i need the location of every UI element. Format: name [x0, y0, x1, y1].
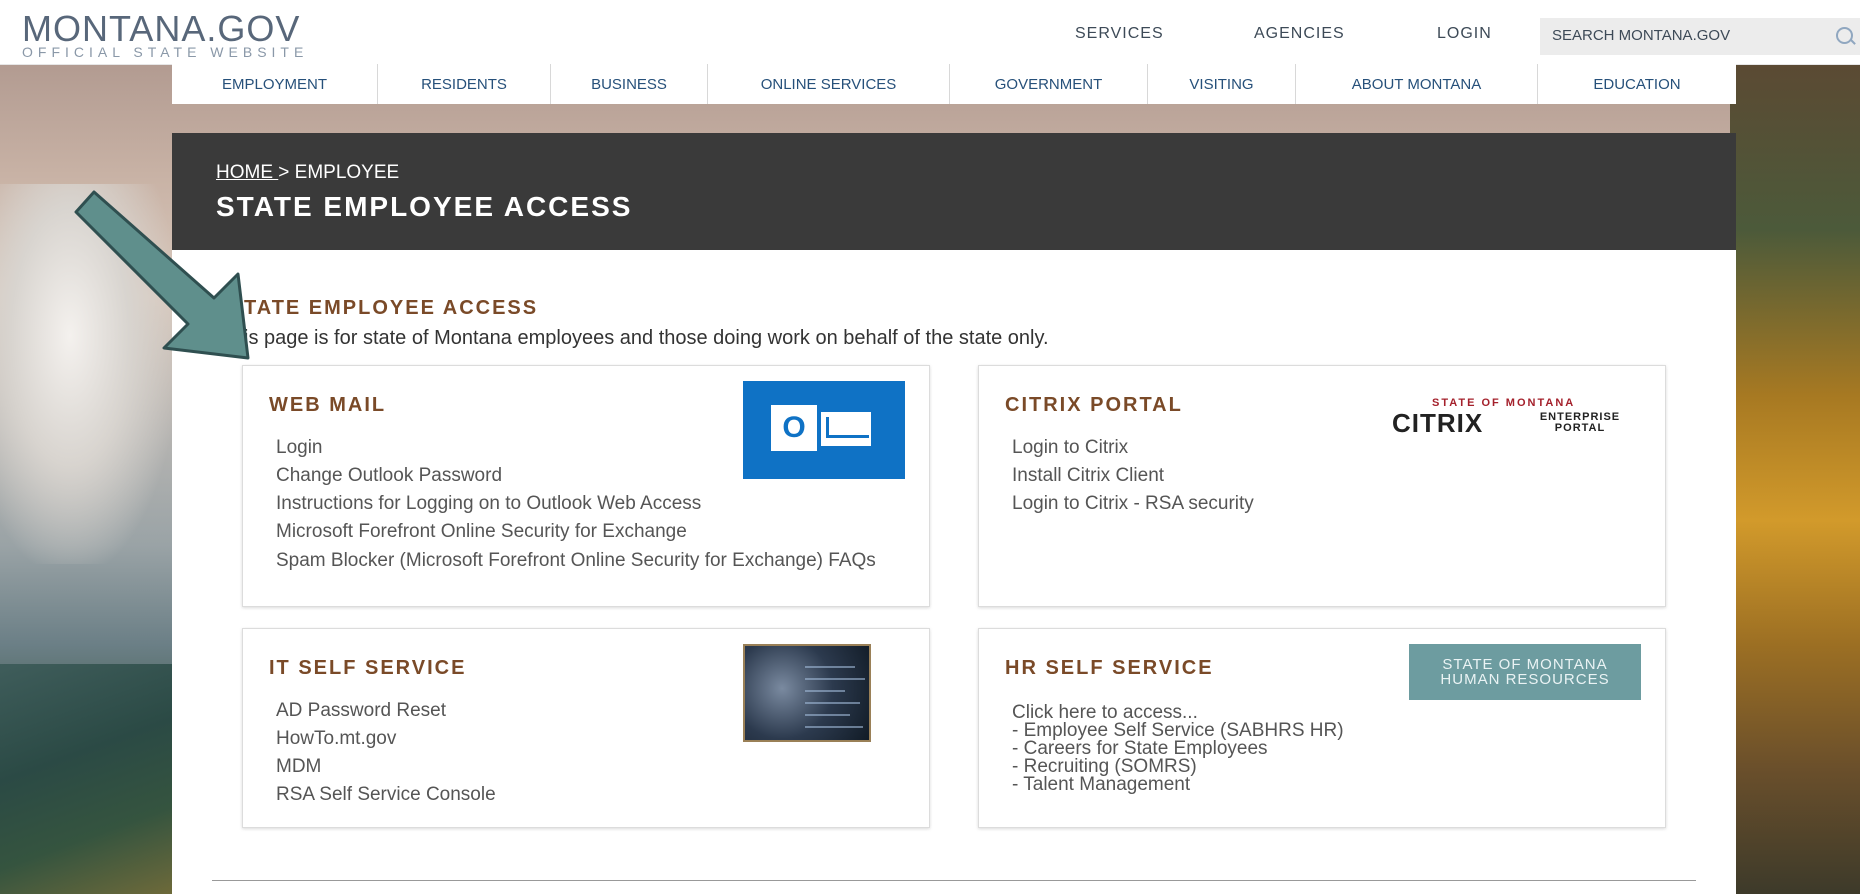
- breadcrumb-separator: >: [278, 162, 295, 183]
- nav-login[interactable]: LOGIN: [1437, 25, 1492, 43]
- search-box: [1540, 18, 1860, 55]
- section-heading: TATE EMPLOYEE ACCESS: [244, 297, 539, 319]
- footer-divider: [212, 880, 1696, 881]
- web-mail-title: WEB MAIL: [269, 394, 387, 416]
- forefront-security-link[interactable]: Microsoft Forefront Online Security for …: [276, 518, 896, 546]
- search-input[interactable]: [1550, 26, 1824, 45]
- site-header: MONTANA.GOV OFFICIAL STATE WEBSITE SERVI…: [0, 0, 1860, 65]
- breadcrumb: HOME > EMPLOYEE: [216, 162, 399, 184]
- howto-link[interactable]: HowTo.mt.gov: [276, 725, 496, 753]
- outlook-instructions-link[interactable]: Instructions for Logging on to Outlook W…: [276, 490, 896, 518]
- category-nav: EMPLOYMENT RESIDENTS BUSINESS ONLINE SER…: [172, 64, 1736, 104]
- web-mail-login-link[interactable]: Login: [276, 434, 896, 462]
- hr-logo-line2: HUMAN RESOURCES: [1440, 671, 1610, 688]
- hr-self-service-title: HR SELF SERVICE: [1005, 657, 1214, 679]
- cat-business[interactable]: BUSINESS: [551, 64, 708, 104]
- hr-item-talent: - Talent Management: [1012, 774, 1191, 795]
- page-title: STATE EMPLOYEE ACCESS: [216, 191, 633, 222]
- web-mail-links: Login Change Outlook Password Instructio…: [276, 434, 896, 570]
- citrix-logo: STATE OF MONTANA CITRIX ENTERPRISE PORTA…: [1392, 396, 1644, 441]
- cat-about-montana[interactable]: ABOUT MONTANA: [1296, 64, 1538, 104]
- citrix-portal-title: CITRIX PORTAL: [1005, 394, 1183, 416]
- mdm-link[interactable]: MDM: [276, 753, 496, 781]
- breadcrumb-current: EMPLOYEE: [294, 162, 400, 183]
- hr-logo-line1: STATE OF MONTANA: [1442, 656, 1608, 673]
- hr-self-service-card: HR SELF SERVICE STATE OF MONTANA HUMAN R…: [978, 628, 1666, 828]
- web-mail-card: WEB MAIL O Login Change Outlook Password…: [242, 365, 930, 607]
- spam-blocker-faq-link[interactable]: Spam Blocker (Microsoft Forefront Online…: [276, 546, 896, 570]
- annotation-arrow-icon: [74, 190, 250, 360]
- it-self-service-card: IT SELF SERVICE AD Password Reset HowTo.…: [242, 628, 930, 828]
- login-to-citrix-link[interactable]: Login to Citrix: [1012, 434, 1254, 462]
- nav-services[interactable]: SERVICES: [1075, 25, 1164, 43]
- background-trees: [1730, 64, 1860, 894]
- citrix-logo-side: ENTERPRISE PORTAL: [1539, 411, 1621, 434]
- citrix-logo-main: CITRIX: [1392, 408, 1484, 438]
- cat-visiting[interactable]: VISITING: [1148, 64, 1296, 104]
- cat-residents[interactable]: RESIDENTS: [378, 64, 551, 104]
- citrix-links: Login to Citrix Install Citrix Client Lo…: [1012, 434, 1254, 518]
- main-content: TATE EMPLOYEE ACCESS is page is for stat…: [172, 250, 1736, 894]
- change-outlook-password-link[interactable]: Change Outlook Password: [276, 462, 896, 490]
- it-self-service-links: AD Password Reset HowTo.mt.gov MDM RSA S…: [276, 697, 496, 809]
- citrix-rsa-login-link[interactable]: Login to Citrix - RSA security: [1012, 490, 1254, 518]
- hr-access-link[interactable]: Click here to access... - Employee Self …: [1012, 703, 1344, 795]
- install-citrix-client-link[interactable]: Install Citrix Client: [1012, 462, 1254, 490]
- background-mountain: [0, 664, 175, 894]
- search-icon[interactable]: [1836, 27, 1853, 44]
- cat-government[interactable]: GOVERNMENT: [950, 64, 1148, 104]
- site-logo-tagline: OFFICIAL STATE WEBSITE: [22, 44, 309, 60]
- ad-password-reset-link[interactable]: AD Password Reset: [276, 697, 496, 725]
- it-tech-image: [743, 644, 871, 742]
- cat-education[interactable]: EDUCATION: [1538, 64, 1736, 104]
- section-intro: is page is for state of Montana employee…: [244, 327, 1049, 349]
- breadcrumb-home-link[interactable]: HOME: [216, 162, 278, 183]
- hr-logo: STATE OF MONTANA HUMAN RESOURCES: [1409, 644, 1641, 700]
- nav-agencies[interactable]: AGENCIES: [1254, 25, 1345, 43]
- rsa-console-link[interactable]: RSA Self Service Console: [276, 781, 496, 809]
- cat-online-services[interactable]: ONLINE SERVICES: [708, 64, 950, 104]
- citrix-portal-card: CITRIX PORTAL STATE OF MONTANA CITRIX EN…: [978, 365, 1666, 607]
- it-self-service-title: IT SELF SERVICE: [269, 657, 467, 679]
- cat-employment[interactable]: EMPLOYMENT: [172, 64, 378, 104]
- page-header-bar: HOME > EMPLOYEE STATE EMPLOYEE ACCESS: [172, 133, 1736, 250]
